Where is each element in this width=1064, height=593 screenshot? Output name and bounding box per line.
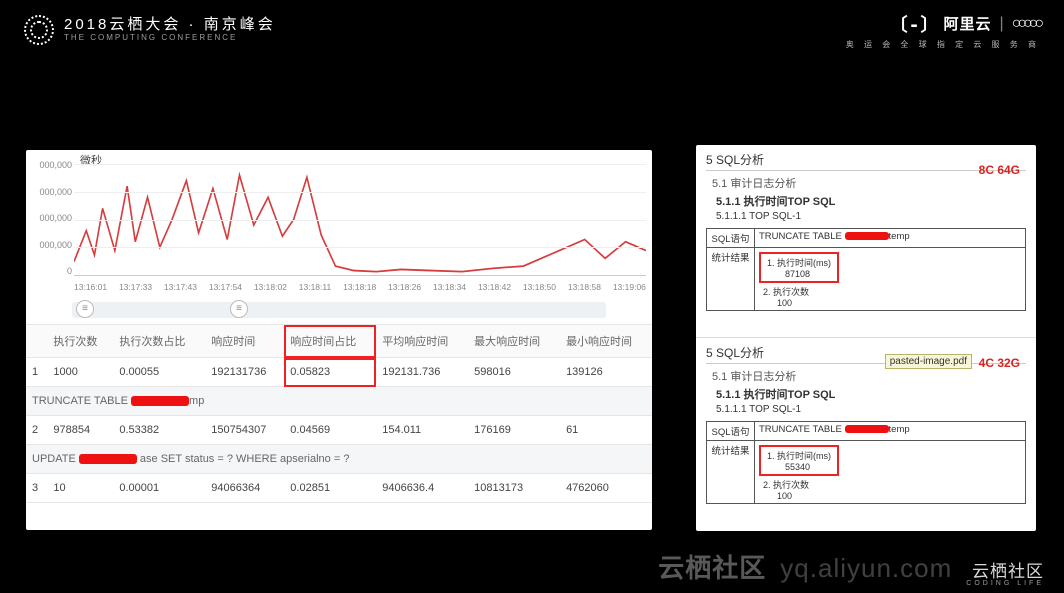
x-tick: 13:16:01 (74, 282, 107, 292)
sql-text-row: UPDATE ase SET status = ? WHERE apserial… (26, 445, 652, 474)
sql-text-cell: TRUNCATE TABLE temp (755, 422, 1026, 441)
header-right: 〔-〕 阿里云 | ○○○○○ 奥 运 会 全 球 指 定 云 服 务 商 (846, 11, 1040, 50)
sql-analysis-block-1: 8C 64G 5 SQL分析 5.1 审计日志分析 5.1.1 执行时间TOP … (696, 145, 1036, 337)
chart-x-axis: 13:16:01 13:17:33 13:17:43 13:17:54 13:1… (74, 282, 646, 292)
x-tick: 13:18:11 (299, 282, 331, 292)
performance-chart-panel: 微秒 000,000 000,000 000,000 000,000 0 13:… (26, 150, 652, 530)
slider-handle-left[interactable]: ≡ (76, 300, 94, 318)
olympic-tagline: 奥 运 会 全 球 指 定 云 服 务 商 (846, 39, 1040, 50)
highlighted-stat: 1. 执行时间(ms) 87108 (759, 252, 839, 283)
conference-logo-icon (24, 15, 54, 45)
section-sub2: 5.1.1 执行时间TOP SQL (716, 193, 1026, 209)
table-row: 统计结果 1. 执行时间(ms) 87108 2. 执行次数 100 (707, 248, 1026, 311)
x-tick: 13:17:43 (164, 282, 197, 292)
sql-label-cell: SQL语句 (707, 229, 755, 248)
sql-detail-table: SQL语句 TRUNCATE TABLE temp 统计结果 1. 执行时间(m… (706, 421, 1026, 504)
col-min: 最小响应时间 (560, 325, 652, 358)
x-tick: 13:18:58 (568, 282, 601, 292)
exec-count-value: 100 (777, 298, 1021, 308)
stat-label-cell: 统计结果 (707, 441, 755, 504)
table-row[interactable]: 1 1000 0.00055 192131736 0.05823 192131.… (26, 358, 652, 387)
watermark-url: yq.aliyun.com (780, 553, 952, 584)
chart-plot-area (74, 164, 646, 276)
y-tick: 0 (30, 266, 72, 276)
x-tick: 13:18:18 (343, 282, 376, 292)
sql-stats-table: 执行次数 执行次数占比 响应时间 响应时间占比 平均响应时间 最大响应时间 最小… (26, 324, 652, 503)
x-tick: 13:18:50 (523, 282, 556, 292)
slider-handle-right[interactable]: ≡ (230, 300, 248, 318)
olympic-rings-icon: ○○○○○ (1012, 15, 1040, 33)
table-row[interactable]: 2 978854 0.53382 150754307 0.04569 154.0… (26, 416, 652, 445)
y-tick: 000,000 (30, 240, 72, 250)
stat-value-cell: 1. 执行时间(ms) 87108 2. 执行次数 100 (755, 248, 1026, 311)
section-sub1: 5.1 审计日志分析 (712, 368, 1026, 384)
chart-y-axis: 000,000 000,000 000,000 000,000 0 (30, 160, 72, 276)
exec-time-value: 55340 (785, 462, 831, 472)
sql-analysis-block-2: 4C 32G pasted-image.pdf 5 SQL分析 5.1 审计日志… (696, 337, 1036, 529)
col-max: 最大响应时间 (468, 325, 560, 358)
table-header-row: 执行次数 执行次数占比 响应时间 响应时间占比 平均响应时间 最大响应时间 最小… (26, 325, 652, 358)
x-tick: 13:18:34 (433, 282, 466, 292)
sql-text-row: TRUNCATE TABLE mp (26, 387, 652, 416)
col-idx (26, 325, 47, 358)
conference-subtitle: THE COMPUTING CONFERENCE (64, 34, 276, 43)
section-sub2: 5.1.1 执行时间TOP SQL (716, 386, 1026, 402)
redacted-icon (845, 425, 889, 433)
stat-value-cell: 1. 执行时间(ms) 55340 2. 执行次数 100 (755, 441, 1026, 504)
section-sub3: 5.1.1.1 TOP SQL-1 (716, 404, 1026, 415)
x-tick: 13:18:42 (478, 282, 511, 292)
y-tick: 000,000 (30, 187, 72, 197)
sql-text: TRUNCATE TABLE (32, 395, 131, 407)
footer-watermark: 云栖社区 yq.aliyun.com 云栖社区 CODING LIFE (658, 548, 1044, 587)
highlighted-stat: 1. 执行时间(ms) 55340 (759, 445, 839, 476)
time-range-slider[interactable]: ≡ ≡ (72, 302, 606, 318)
x-tick: 13:17:54 (209, 282, 242, 292)
section-sub3: 5.1.1.1 TOP SQL-1 (716, 211, 1026, 222)
x-tick: 13:17:33 (119, 282, 152, 292)
sql-text-cell: TRUNCATE TABLE temp (755, 229, 1026, 248)
redacted-icon (131, 396, 189, 406)
sql-detail-table: SQL语句 TRUNCATE TABLE temp 统计结果 1. 执行时间(m… (706, 228, 1026, 311)
section-sub1: 5.1 审计日志分析 (712, 175, 1026, 191)
redacted-icon (845, 232, 889, 240)
col-resp-pct: 响应时间占比 (284, 325, 376, 358)
col-exec-pct: 执行次数占比 (113, 325, 205, 358)
col-avg: 平均响应时间 (376, 325, 468, 358)
aliyun-bracket-icon: 〔-〕 (890, 11, 940, 37)
exec-time-value: 87108 (785, 269, 831, 279)
x-tick: 13:19:06 (613, 282, 646, 292)
table-row: SQL语句 TRUNCATE TABLE temp (707, 229, 1026, 248)
hardware-spec: 4C 32G (979, 356, 1020, 370)
slide-header: 2018云栖大会 · 南京峰会 THE COMPUTING CONFERENCE… (0, 0, 1064, 60)
line-chart: 微秒 000,000 000,000 000,000 000,000 0 13:… (26, 150, 652, 300)
sql-label-cell: SQL语句 (707, 422, 755, 441)
y-tick: 000,000 (30, 213, 72, 223)
watermark-brand: 云栖社区 CODING LIFE (966, 563, 1044, 587)
table-row: SQL语句 TRUNCATE TABLE temp (707, 422, 1026, 441)
conference-title: 2018云栖大会 · 南京峰会 (64, 17, 276, 34)
watermark-community: 云栖社区 (658, 548, 766, 585)
table-row: 统计结果 1. 执行时间(ms) 55340 2. 执行次数 100 (707, 441, 1026, 504)
pdf-tooltip: pasted-image.pdf (885, 354, 972, 369)
sql-analysis-panel: 8C 64G 5 SQL分析 5.1 审计日志分析 5.1.1 执行时间TOP … (696, 145, 1036, 531)
redacted-icon (79, 454, 137, 464)
hardware-spec: 8C 64G (979, 163, 1020, 177)
x-tick: 13:18:02 (254, 282, 287, 292)
col-resp: 响应时间 (205, 325, 284, 358)
aliyun-logo: 〔-〕 阿里云 (890, 11, 992, 37)
exec-count-value: 100 (777, 491, 1021, 501)
stat-label-cell: 统计结果 (707, 248, 755, 311)
aliyun-label: 阿里云 (944, 13, 992, 34)
table-row[interactable]: 3 10 0.00001 94066364 0.02851 9406636.4 … (26, 474, 652, 503)
header-left: 2018云栖大会 · 南京峰会 THE COMPUTING CONFERENCE (24, 15, 276, 45)
x-tick: 13:18:26 (388, 282, 421, 292)
col-exec: 执行次数 (47, 325, 113, 358)
y-tick: 000,000 (30, 160, 72, 170)
sql-text: UPDATE (32, 453, 79, 465)
